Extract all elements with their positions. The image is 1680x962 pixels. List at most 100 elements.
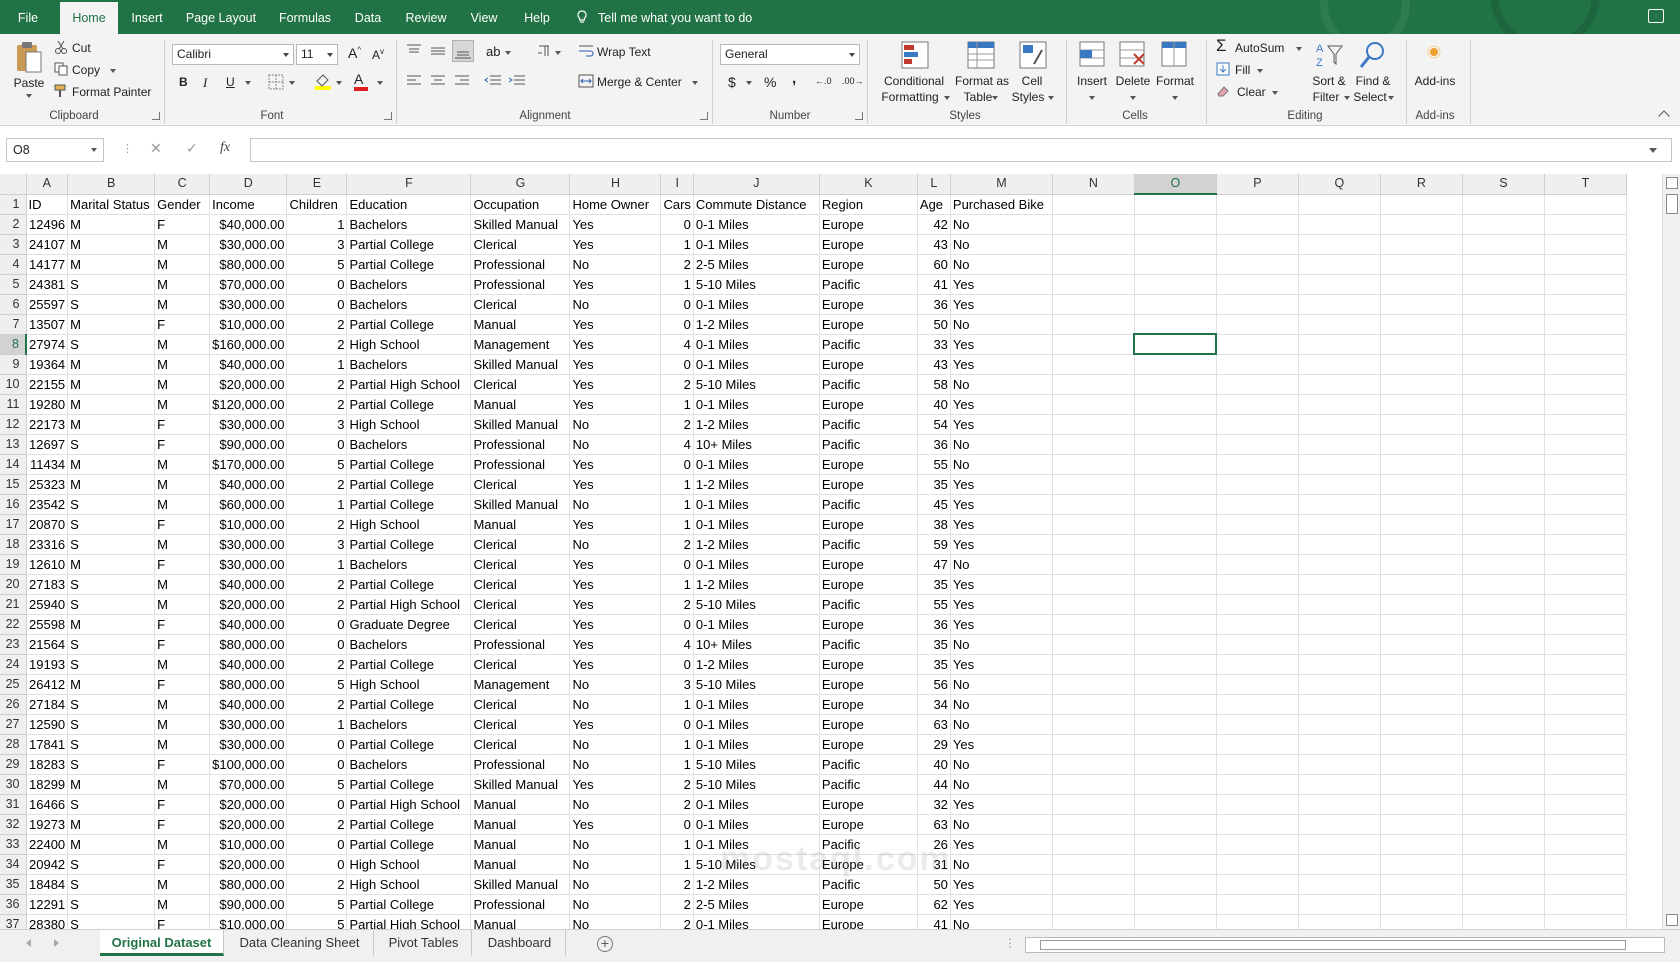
cell[interactable]: 2-5 Miles [693,254,820,275]
merge-center-button[interactable]: Merge & Center [597,75,682,89]
cell[interactable] [1134,794,1217,815]
cell[interactable]: 32 [917,794,951,815]
cell[interactable]: 12291 [26,894,69,915]
cell[interactable]: S [67,494,156,515]
cell[interactable]: $40,000.00 [209,654,288,675]
cell[interactable]: Partial College [346,694,472,715]
delete-dropdown-icon[interactable] [1130,96,1136,100]
cell[interactable]: M [154,494,211,515]
increase-indent-icon[interactable] [508,74,526,88]
cell[interactable]: No [950,254,1053,275]
cell[interactable]: 5 [286,894,348,915]
row-header[interactable]: 33 [0,834,27,855]
currency-dropdown-icon[interactable] [746,81,752,85]
align-left-icon[interactable] [406,74,422,88]
cell[interactable]: Management [470,334,571,355]
cell[interactable] [1380,754,1463,775]
cell[interactable] [1052,634,1135,655]
cell[interactable] [1134,774,1217,795]
cell[interactable]: $30,000.00 [209,414,288,435]
cell[interactable]: 2 [660,414,694,435]
cell[interactable]: 0 [660,614,694,635]
cell[interactable]: 27183 [26,574,69,595]
row-header[interactable]: 14 [0,454,27,475]
cell[interactable] [1298,634,1381,655]
cell[interactable] [1462,754,1545,775]
cell[interactable] [1544,834,1627,855]
scroll-thumb[interactable] [1040,940,1626,950]
cell[interactable]: 1-2 Miles [693,574,820,595]
paste-button[interactable]: Paste [8,76,50,90]
cell[interactable]: 0-1 Miles [693,514,820,535]
cell[interactable]: Bachelors [346,294,472,315]
cell[interactable]: No [950,214,1053,235]
cell[interactable]: 1 [660,854,694,875]
cell[interactable]: Skilled Manual [470,414,571,435]
cell[interactable]: S [67,594,156,615]
column-header[interactable]: E [286,174,348,195]
cell[interactable] [1134,714,1217,735]
cell[interactable]: 2 [660,594,694,615]
menu-review[interactable]: Review [398,0,454,34]
cell[interactable]: Europe [819,254,918,275]
cell[interactable] [1298,674,1381,695]
row-header[interactable]: 32 [0,814,27,835]
column-header[interactable]: Q [1298,174,1381,195]
column-header[interactable]: L [917,174,951,195]
cell[interactable]: Europe [819,294,918,315]
cell[interactable]: 2 [286,654,348,675]
cell[interactable]: 19280 [26,394,69,415]
cell[interactable] [1298,894,1381,915]
cell[interactable] [1052,334,1135,355]
cell[interactable]: 2 [286,374,348,395]
cell[interactable]: 36 [917,614,951,635]
row-header[interactable]: 29 [0,754,27,775]
cell[interactable]: Europe [819,454,918,475]
fill-color-dropdown-icon[interactable] [336,81,342,85]
cell[interactable]: M [67,554,156,575]
cell[interactable] [1462,874,1545,895]
cell[interactable]: M [154,334,211,355]
cell[interactable]: 0 [286,754,348,775]
cell[interactable] [1134,254,1217,275]
cell[interactable]: 0-1 Miles [693,914,820,929]
cell[interactable]: 1-2 Miles [693,654,820,675]
cell[interactable]: 35 [917,474,951,495]
cell[interactable]: Clerical [470,694,571,715]
cell[interactable] [1380,554,1463,575]
cell[interactable] [1462,634,1545,655]
row-header[interactable]: 19 [0,554,27,575]
cell[interactable]: 18299 [26,774,69,795]
cell[interactable]: No [950,634,1053,655]
cell[interactable] [1052,234,1135,255]
cell[interactable]: High School [346,334,472,355]
cell[interactable]: No [569,254,662,275]
cell[interactable]: F [154,914,211,929]
cell[interactable]: 29 [917,734,951,755]
cell[interactable]: M [154,454,211,475]
cell[interactable]: S [67,754,156,775]
cell[interactable]: 0-1 Miles [693,394,820,415]
cell[interactable]: Partial College [346,834,472,855]
cell[interactable]: $30,000.00 [209,554,288,575]
menu-data[interactable]: Data [346,0,390,34]
find-dropdown-icon[interactable] [1388,96,1394,100]
cell[interactable]: $20,000.00 [209,814,288,835]
cell[interactable]: M [154,274,211,295]
cell[interactable] [1298,214,1381,235]
cell[interactable]: M [67,414,156,435]
row-header[interactable]: 23 [0,634,27,655]
cell[interactable]: 0-1 Miles [693,234,820,255]
cell[interactable]: S [67,514,156,535]
cell[interactable]: Europe [819,354,918,375]
cell[interactable] [1380,874,1463,895]
cell[interactable]: 21564 [26,634,69,655]
cell[interactable]: 2 [286,694,348,715]
cell[interactable]: 1 [660,474,694,495]
cell[interactable]: 45 [917,494,951,515]
cell[interactable]: No [569,494,662,515]
cell[interactable]: M [154,694,211,715]
cell[interactable]: 20870 [26,514,69,535]
cell[interactable]: Partial College [346,454,472,475]
cell[interactable] [1298,434,1381,455]
